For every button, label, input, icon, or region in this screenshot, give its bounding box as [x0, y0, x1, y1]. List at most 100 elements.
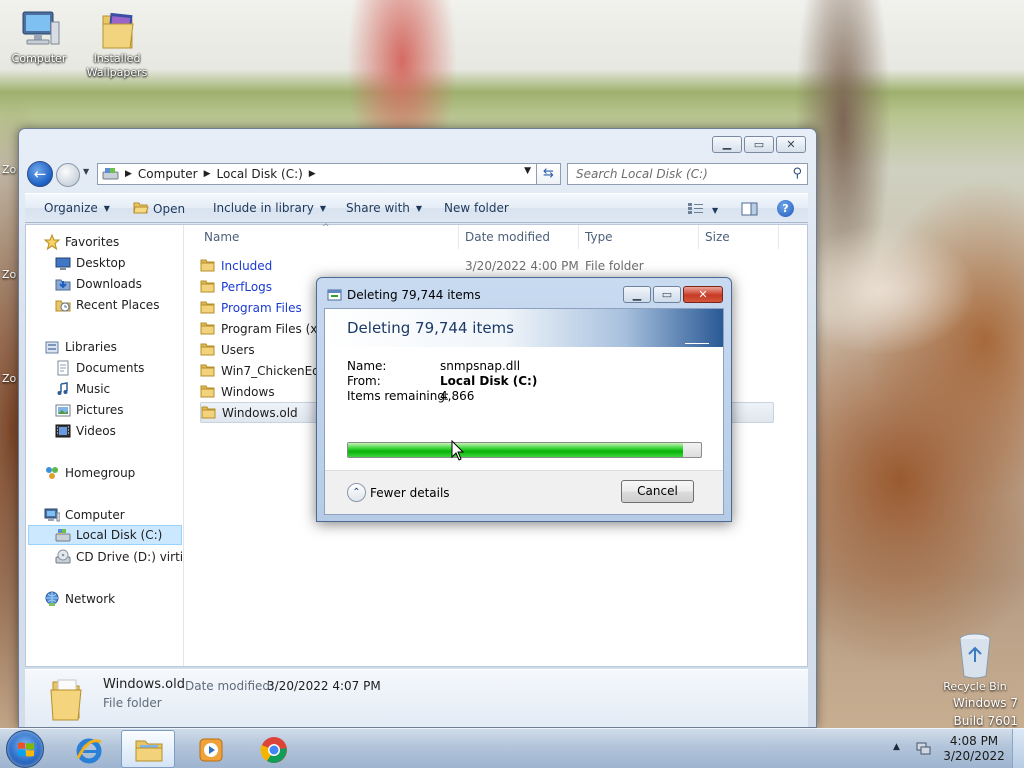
navigation-pane: Favorites Desktop Downloads Recent Place… [26, 225, 184, 666]
nav-label: Pictures [76, 403, 124, 417]
nav-cd-drive[interactable]: CD Drive (D:) virtio-w [55, 547, 183, 567]
start-button[interactable] [6, 730, 44, 768]
taskbar-chrome[interactable] [247, 730, 301, 768]
desktop-icon-installed-wallpapers[interactable]: Installed Wallpapers [79, 8, 155, 80]
column-divider[interactable] [578, 225, 579, 249]
folder-icon [200, 280, 215, 293]
nav-desktop[interactable]: Desktop [55, 253, 126, 273]
fewer-details-toggle[interactable]: ⌃ Fewer details [347, 483, 450, 502]
clock-time: 4:08 PM [949, 734, 999, 748]
column-divider[interactable] [458, 225, 459, 249]
address-dropdown-icon[interactable]: ▼ [524, 166, 531, 176]
items-remaining-value: 4,866 [440, 389, 475, 403]
taskbar-internet-explorer[interactable] [62, 730, 116, 768]
desktop-partial-label: Zo [2, 268, 17, 281]
show-hidden-icons-button[interactable]: ▲ [893, 742, 900, 752]
search-icon[interactable]: ⚲ [792, 166, 802, 181]
help-icon[interactable]: ? [777, 200, 794, 217]
column-header-name[interactable]: Name [204, 225, 239, 249]
desktop-icon-label: Computer [11, 52, 67, 65]
column-header-date[interactable]: Date modified [465, 225, 550, 249]
file-row[interactable]: Included 3/20/2022 4:00 PM File folder [200, 255, 774, 276]
videos-icon [55, 423, 71, 439]
folder-icon [201, 406, 216, 419]
minimize-button[interactable]: ▁ [712, 136, 742, 153]
taskbar-media-player[interactable] [183, 730, 237, 768]
recent-pages-dropdown[interactable]: ▼ [83, 167, 89, 176]
windows-explorer-icon [134, 736, 164, 767]
file-name: Included [221, 258, 273, 273]
forward-button[interactable] [56, 163, 80, 187]
cancel-button[interactable]: Cancel [621, 480, 694, 503]
maximize-icon: ▭ [661, 288, 673, 301]
window-caption-buttons: ▁ ▭ ✕ [712, 136, 806, 153]
close-button[interactable]: ✕ [776, 136, 806, 153]
recent-places-icon [55, 297, 71, 313]
column-divider[interactable] [698, 225, 699, 249]
column-divider[interactable] [778, 225, 779, 249]
folder-icon [200, 364, 215, 377]
back-button[interactable]: ← [27, 161, 53, 187]
refresh-button[interactable]: ⇆ [537, 163, 561, 185]
progress-fill [348, 443, 684, 457]
desktop-icon-computer[interactable]: Computer [1, 8, 77, 66]
pictures-icon [55, 402, 71, 418]
nav-libraries[interactable]: Libraries [44, 337, 117, 357]
system-clock[interactable]: 4:08 PM 3/20/2022 [940, 734, 1008, 764]
network-status-icon[interactable] [915, 740, 931, 756]
search-input[interactable]: Search Local Disk (C:) ⚲ [567, 163, 808, 185]
file-name: Program Files [221, 300, 302, 315]
dialog-minimize-button[interactable]: ▁ [623, 286, 651, 303]
maximize-button[interactable]: ▭ [744, 136, 774, 153]
column-header-size[interactable]: Size [705, 225, 730, 249]
nav-label: Music [76, 382, 111, 396]
dialog-banner: Deleting 79,744 items [325, 309, 723, 347]
nav-local-disk[interactable]: Local Disk (C:) [28, 525, 182, 545]
cd-drive-icon [55, 549, 71, 565]
star-icon [43, 233, 61, 251]
nav-label: Libraries [65, 340, 117, 354]
nav-homegroup[interactable]: Homegroup [44, 463, 135, 483]
name-value: snmpsnap.dll [440, 359, 521, 373]
breadcrumb-separator-icon[interactable]: ▶ [309, 169, 316, 179]
show-desktop-button[interactable] [1012, 729, 1024, 768]
nav-pictures[interactable]: Pictures [55, 400, 124, 420]
include-in-library-label: Include in library [213, 201, 314, 215]
folder-icon [49, 676, 83, 722]
nav-favorites[interactable]: Favorites [43, 232, 119, 252]
nav-music[interactable]: Music [55, 379, 110, 399]
address-bar[interactable]: ▶ Computer ▶ Local Disk (C:) ▶ ▼ [97, 163, 537, 185]
dialog-close-button[interactable]: ✕ [683, 286, 723, 303]
new-folder-button[interactable]: New folder [444, 201, 509, 215]
nav-downloads[interactable]: Downloads [55, 274, 142, 294]
breadcrumb-computer[interactable]: Computer [138, 167, 198, 181]
organize-menu[interactable]: Organize ▼ [44, 201, 110, 215]
desktop-partial-label: Zo [2, 372, 17, 385]
share-with-menu[interactable]: Share with ▼ [346, 201, 422, 215]
file-type: File folder [585, 258, 644, 273]
nav-recent-places[interactable]: Recent Places [55, 295, 159, 315]
breadcrumb-local-disk[interactable]: Local Disk (C:) [217, 167, 303, 181]
chevron-down-icon: ▼ [712, 206, 719, 215]
file-name: Windows [221, 384, 275, 399]
clock-date: 3/20/2022 [943, 749, 1005, 763]
nav-videos[interactable]: Videos [55, 421, 116, 441]
taskbar-windows-explorer[interactable] [121, 730, 175, 768]
open-button[interactable]: Open [133, 201, 185, 217]
dialog-maximize-button[interactable]: ▭ [653, 286, 681, 303]
deleting-dialog: Deleting 79,744 items ▁ ▭ ✕ Deleting 79,… [316, 277, 732, 522]
change-view-button[interactable] [687, 202, 704, 215]
nav-label: Local Disk (C:) [76, 528, 163, 542]
column-header-type[interactable]: Type [585, 225, 613, 249]
file-date-modified: 3/20/2022 4:00 PM [465, 258, 579, 273]
desktop-icon-recycle-bin[interactable]: Recycle Bin [940, 632, 1010, 693]
view-options-dropdown[interactable]: ▼ [712, 203, 718, 217]
nav-network[interactable]: Network [44, 589, 115, 609]
chrome-icon [259, 735, 289, 768]
nav-computer[interactable]: Computer [44, 505, 125, 525]
nav-documents[interactable]: Documents [55, 358, 144, 378]
libraries-icon [44, 339, 60, 355]
banner-divider [685, 343, 709, 344]
preview-pane-button[interactable] [741, 202, 758, 216]
include-in-library-menu[interactable]: Include in library ▼ [213, 201, 326, 215]
